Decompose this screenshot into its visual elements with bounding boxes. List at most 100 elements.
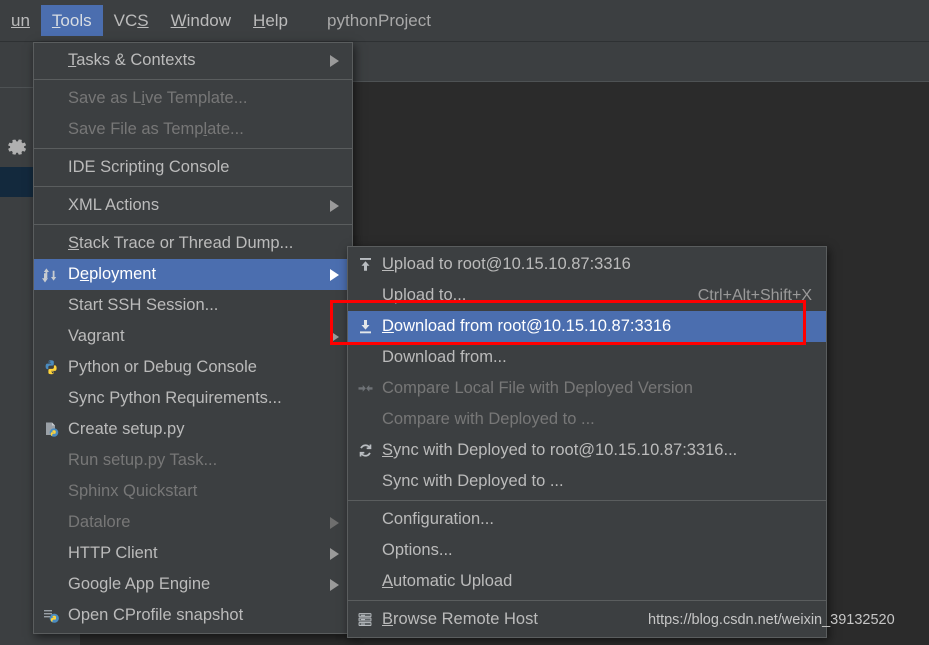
no-icon <box>34 569 68 600</box>
menu-item-create-setup-py[interactable]: Create setup.py <box>34 414 352 445</box>
no-icon <box>34 45 68 76</box>
browse-remote-host-icon <box>348 604 382 635</box>
menu-item-save-file-as-template: Save File as Template... <box>34 114 352 145</box>
menu-separator <box>34 79 352 80</box>
menu-item-compare-with-deployed-to: Compare with Deployed to ... <box>348 404 826 435</box>
menubar-item-help[interactable]: Help <box>242 5 299 37</box>
upload-icon <box>348 249 382 280</box>
chevron-right-icon <box>326 578 342 591</box>
menu-item-label: XML Actions <box>68 196 160 214</box>
menubar-item-run-label: un <box>11 10 30 30</box>
ide-window: un Tools VCS Window Help pythonProject T… <box>0 0 929 645</box>
menu-item-download-from-host[interactable]: Download from root@10.15.10.87:3316 <box>348 311 826 342</box>
menu-item-datalore: Datalore <box>34 507 352 538</box>
menubar-item-tools-rest: ools <box>60 10 92 30</box>
menu-item-label: Compare Local File with Deployed Version <box>382 379 693 397</box>
menu-item-label: Upload to root@10.15.10.87:3316 <box>382 255 631 273</box>
menubar-item-vcs[interactable]: VCS <box>103 5 160 37</box>
menu-item-save-as-live-template: Save as Live Template... <box>34 83 352 114</box>
chevron-right-icon <box>326 516 342 529</box>
menu-item-download-from[interactable]: Download from... <box>348 342 826 373</box>
menu-separator <box>348 600 826 601</box>
menu-item-label: Deployment <box>68 265 157 283</box>
menu-item-upload-to[interactable]: Upload to... Ctrl+Alt+Shift+X <box>348 280 826 311</box>
menu-item-upload-to-host[interactable]: Upload to root@10.15.10.87:3316 <box>348 249 826 280</box>
menu-item-sphinx-quickstart: Sphinx Quickstart <box>34 476 352 507</box>
menu-item-label: Sphinx Quickstart <box>68 482 198 500</box>
menu-item-label: Run setup.py Task... <box>68 451 218 469</box>
menu-item-python-or-debug-console[interactable]: Python or Debug Console <box>34 352 352 383</box>
menu-item-ide-scripting-console[interactable]: IDE Scripting Console <box>34 152 352 183</box>
menu-item-start-ssh-session[interactable]: Start SSH Session... <box>34 290 352 321</box>
no-icon <box>348 342 382 373</box>
no-icon <box>348 566 382 597</box>
no-icon <box>34 445 68 476</box>
menu-item-sync-python-requirements[interactable]: Sync Python Requirements... <box>34 383 352 414</box>
no-icon <box>34 476 68 507</box>
project-name: pythonProject <box>327 10 431 30</box>
no-icon <box>348 280 382 311</box>
tools-dropdown-menu: Tasks & Contexts Save as Live Template..… <box>33 42 353 634</box>
no-icon <box>34 152 68 183</box>
menu-item-label: Open CProfile snapshot <box>68 606 244 624</box>
menu-separator <box>348 500 826 501</box>
menu-item-label: Upload to... <box>382 286 467 304</box>
menu-item-label: Vagrant <box>68 327 125 345</box>
menu-separator <box>34 224 352 225</box>
menu-item-accelerator: Ctrl+Alt+Shift+X <box>697 286 812 304</box>
download-icon <box>348 311 382 342</box>
menu-item-label: IDE Scripting Console <box>68 158 230 176</box>
menu-item-google-app-engine[interactable]: Google App Engine <box>34 569 352 600</box>
no-icon <box>348 404 382 435</box>
menu-item-configuration[interactable]: Configuration... <box>348 504 826 535</box>
menubar-item-help-label: Help <box>253 10 289 30</box>
menu-item-sync-with-deployed-to-host[interactable]: Sync with Deployed to root@10.15.10.87:3… <box>348 435 826 466</box>
no-icon <box>348 466 382 497</box>
deployment-icon <box>34 259 68 290</box>
menu-item-label: Options... <box>382 541 453 559</box>
menu-item-xml-actions[interactable]: XML Actions <box>34 190 352 221</box>
menu-item-sync-with-deployed-to[interactable]: Sync with Deployed to ... <box>348 466 826 497</box>
cprofile-icon <box>34 600 68 631</box>
menu-item-label: Start SSH Session... <box>68 296 219 314</box>
rail-divider <box>0 87 36 88</box>
menubar-item-tools[interactable]: Tools <box>40 4 103 37</box>
no-icon <box>34 83 68 114</box>
menu-item-compare-local-file-with-deployed-version: Compare Local File with Deployed Version <box>348 373 826 404</box>
menu-item-open-cprofile-snapshot[interactable]: Open CProfile snapshot <box>34 600 352 631</box>
chevron-right-icon <box>326 199 342 212</box>
no-icon <box>348 535 382 566</box>
menu-item-label: Sync with Deployed to ... <box>382 472 564 490</box>
menu-item-label: Create setup.py <box>68 420 185 438</box>
python-console-icon <box>34 352 68 383</box>
menu-item-label: Google App Engine <box>68 575 211 593</box>
chevron-right-icon <box>326 330 342 343</box>
no-icon <box>34 290 68 321</box>
menu-item-label: Save File as Template... <box>68 120 244 138</box>
deployment-submenu: Upload to root@10.15.10.87:3316 Upload t… <box>347 246 827 638</box>
menu-item-label: Sync Python Requirements... <box>68 389 282 407</box>
menu-separator <box>34 148 352 149</box>
sync-icon <box>348 435 382 466</box>
menu-item-stack-trace-or-thread-dump[interactable]: Stack Trace or Thread Dump... <box>34 228 352 259</box>
menu-item-label: Compare with Deployed to ... <box>382 410 595 428</box>
menubar-item-window[interactable]: Window <box>160 5 242 37</box>
menu-item-tasks-and-contexts[interactable]: Tasks & Contexts <box>34 45 352 76</box>
menu-item-vagrant[interactable]: Vagrant <box>34 321 352 352</box>
menu-item-label: Datalore <box>68 513 131 531</box>
chevron-right-icon <box>326 547 342 560</box>
menu-item-label: Tasks & Contexts <box>68 51 196 69</box>
menu-item-automatic-upload[interactable]: Automatic Upload <box>348 566 826 597</box>
menu-item-deployment[interactable]: Deployment <box>34 259 352 290</box>
gear-icon[interactable] <box>0 130 36 164</box>
compare-icon <box>348 373 382 404</box>
menu-item-options[interactable]: Options... <box>348 535 826 566</box>
watermark-text: https://blog.csdn.net/weixin_39132520 <box>648 612 895 628</box>
menubar-item-vcs-label: VCS <box>113 10 149 30</box>
rail-selected-tool[interactable] <box>0 167 36 197</box>
left-tool-rail <box>0 42 36 627</box>
menu-item-label: Sync with Deployed to root@10.15.10.87:3… <box>382 441 738 459</box>
no-icon <box>34 114 68 145</box>
menubar-item-run[interactable]: un <box>0 5 41 37</box>
menu-item-http-client[interactable]: HTTP Client <box>34 538 352 569</box>
